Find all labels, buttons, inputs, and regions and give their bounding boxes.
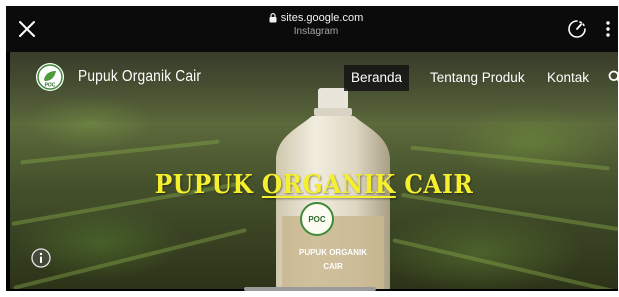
nav-item-kontak[interactable]: Kontak — [547, 65, 589, 91]
lock-icon — [269, 13, 277, 23]
crop-row — [20, 139, 220, 165]
site-navbar: POC Pupuk Organik Cair Beranda Tentang P… — [10, 52, 618, 104]
speed-icon[interactable] — [566, 18, 588, 40]
nav-item-tentang-produk[interactable]: Tentang Produk — [430, 65, 525, 91]
bottle-logo: POC — [300, 202, 334, 236]
more-vertical-icon[interactable] — [604, 19, 612, 39]
url-text: sites.google.com — [280, 12, 364, 24]
close-icon[interactable] — [16, 18, 38, 40]
headline-part-3: CAIR — [395, 170, 474, 200]
search-icon[interactable] — [608, 70, 618, 84]
info-icon[interactable] — [31, 248, 51, 268]
browser-top-bar: sites.google.com Instagram — [6, 6, 618, 52]
headline-part-2: ORGANIK — [261, 170, 396, 200]
site-title[interactable]: Pupuk Organik Cair — [78, 68, 201, 86]
hero-section: POC PUPUK ORGANIK CAIR POC Pupuk Organik… — [10, 52, 618, 289]
hero-headline: PUPUK ORGANIK CAIR — [40, 170, 587, 200]
home-indicator[interactable] — [244, 287, 376, 291]
bottle-label-line2: CAIR — [323, 262, 343, 271]
site-logo[interactable]: POC — [36, 63, 64, 91]
bottle-logo-text: POC — [308, 214, 326, 224]
logo-leaf-icon: POC — [37, 64, 63, 90]
headline-part-1: PUPUK — [154, 170, 262, 200]
crop-row — [392, 238, 618, 289]
logo-text: POC — [45, 83, 56, 89]
phone-screen: sites.google.com Instagram POC PUPUK ORG… — [6, 6, 618, 291]
source-app-label: Instagram — [293, 26, 339, 37]
address-area[interactable]: sites.google.com Instagram — [216, 12, 416, 37]
bottle-label-line1: PUPUK ORGANIK — [298, 248, 367, 257]
crop-row — [410, 145, 610, 171]
nav-item-beranda[interactable]: Beranda — [344, 65, 410, 91]
